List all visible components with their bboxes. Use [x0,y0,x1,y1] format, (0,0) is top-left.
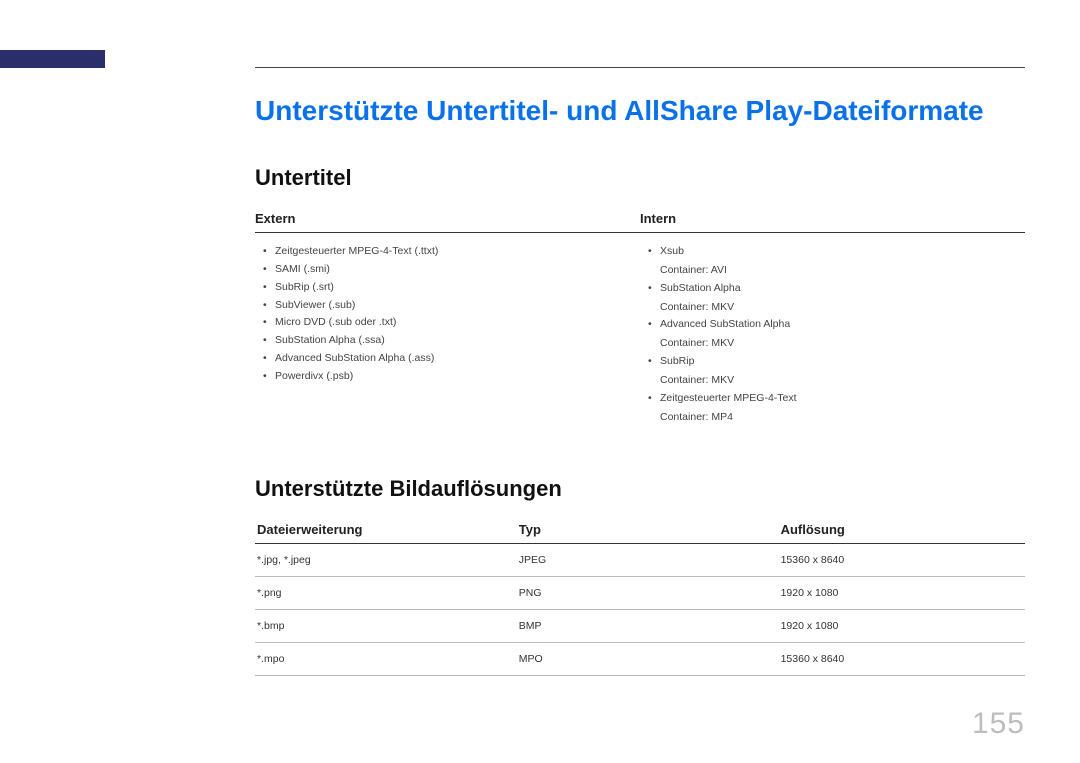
list-item: SubRip (.srt) [263,279,640,297]
list-item: SubStation Alpha (.ssa) [263,332,640,350]
page-number: 155 [972,707,1025,741]
table-cell: 15360 x 8640 [779,544,1025,577]
page-content: Unterstützte Untertitel- und AllShare Pl… [255,95,1025,676]
container-label: Container: MKV [660,372,1025,390]
subtitles-table: Extern Intern Zeitgesteuerter MPEG-4-Tex… [255,205,1025,452]
container-label: Container: MKV [660,335,1025,353]
list-item: Powerdivx (.psb) [263,368,640,386]
table-cell: 15360 x 8640 [779,643,1025,676]
table-row: *.jpg, *.jpegJPEG15360 x 8640 [255,544,1025,577]
list-item: XsubContainer: AVI [648,243,1025,280]
extern-cell: Zeitgesteuerter MPEG-4-Text (.ttxt)SAMI … [255,233,640,453]
column-header-extern: Extern [255,205,640,233]
table-cell: 1920 x 1080 [779,577,1025,610]
table-row: *.bmpBMP1920 x 1080 [255,610,1025,643]
table-cell: JPEG [517,544,779,577]
table-cell: *.mpo [255,643,517,676]
table-cell: MPO [517,643,779,676]
table-row: *.mpoMPO15360 x 8640 [255,643,1025,676]
intern-list: XsubContainer: AVISubStation AlphaContai… [648,243,1025,426]
list-item: Advanced SubStation AlphaContainer: MKV [648,316,1025,353]
table-cell: BMP [517,610,779,643]
extern-list: Zeitgesteuerter MPEG-4-Text (.ttxt)SAMI … [263,243,640,386]
list-item: SAMI (.smi) [263,261,640,279]
column-header-intern: Intern [640,205,1025,233]
page-title: Unterstützte Untertitel- und AllShare Pl… [255,95,1025,127]
intern-cell: XsubContainer: AVISubStation AlphaContai… [640,233,1025,453]
table-cell: 1920 x 1080 [779,610,1025,643]
table-cell: *.png [255,577,517,610]
table-cell: PNG [517,577,779,610]
container-label: Container: AVI [660,262,1025,280]
section-heading-resolutions: Unterstützte Bildauflösungen [255,476,1025,502]
container-label: Container: MP4 [660,409,1025,427]
table-cell: *.jpg, *.jpeg [255,544,517,577]
section-heading-subtitles: Untertitel [255,165,1025,191]
column-header-resolution: Auflösung [779,516,1025,544]
list-item: Zeitgesteuerter MPEG-4-TextContainer: MP… [648,390,1025,427]
list-item: Micro DVD (.sub oder .txt) [263,314,640,332]
list-item: SubStation AlphaContainer: MKV [648,280,1025,317]
column-header-type: Typ [517,516,779,544]
container-label: Container: MKV [660,299,1025,317]
list-item: Advanced SubStation Alpha (.ass) [263,350,640,368]
header-accent-bar [0,50,105,68]
table-row: *.pngPNG1920 x 1080 [255,577,1025,610]
list-item: SubViewer (.sub) [263,297,640,315]
list-item: SubRipContainer: MKV [648,353,1025,390]
top-horizontal-rule [255,67,1025,68]
column-header-extension: Dateierweiterung [255,516,517,544]
list-item: Zeitgesteuerter MPEG-4-Text (.ttxt) [263,243,640,261]
table-cell: *.bmp [255,610,517,643]
resolutions-table: Dateierweiterung Typ Auflösung *.jpg, *.… [255,516,1025,676]
